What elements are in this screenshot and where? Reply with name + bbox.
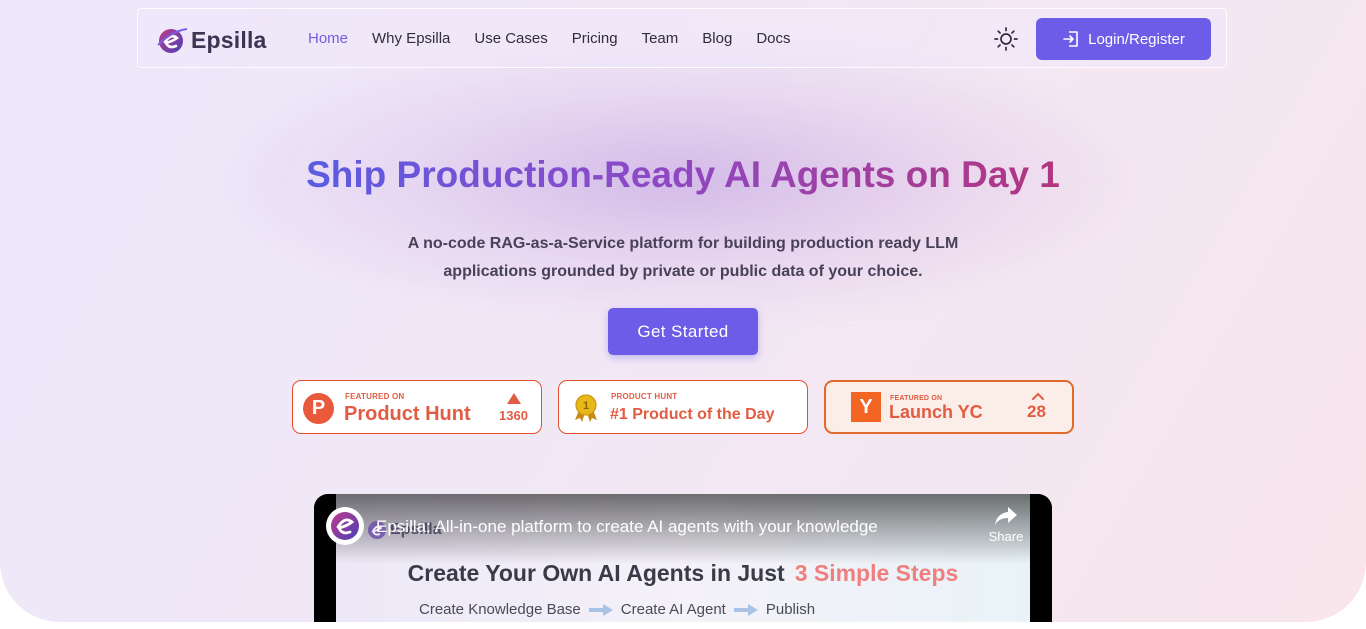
- arrow-right-icon: [733, 603, 758, 616]
- nav-link-home[interactable]: Home: [308, 30, 348, 47]
- product-hunt-count: 1360: [499, 408, 528, 423]
- slide-steps: Create Knowledge Base Create AI Agent Pu…: [419, 601, 815, 618]
- step-publish: Publish: [765, 601, 816, 618]
- step-create-ai-agent: Create AI Agent: [620, 601, 726, 618]
- hero-subtitle: A no-code RAG-as-a-Service platform for …: [383, 230, 983, 286]
- nav-link-pricing[interactable]: Pricing: [572, 30, 618, 47]
- launch-yc-count: 28: [1027, 402, 1046, 421]
- product-of-day-label: PRODUCT HUNT: [611, 392, 678, 401]
- arrow-right-icon: [588, 603, 613, 616]
- launch-yc-name: Launch YC: [889, 402, 983, 422]
- medal-icon: 1: [575, 394, 597, 422]
- product-hunt-icon: P: [303, 393, 334, 424]
- nav-link-why-epsilla[interactable]: Why Epsilla: [372, 30, 450, 47]
- top-navbar: Epsilla Home Why Epsilla Use Cases Prici…: [137, 8, 1227, 68]
- launch-yc-featured-label: FEATURED ON: [890, 395, 943, 402]
- product-hunt-badge[interactable]: P FEATURED ON Product Hunt 1360: [292, 380, 542, 434]
- medal-number: 1: [583, 400, 589, 412]
- channel-avatar[interactable]: [326, 507, 364, 545]
- share-button[interactable]: Share: [984, 506, 1028, 544]
- share-icon: [995, 507, 1017, 525]
- sun-icon[interactable]: [993, 26, 1019, 52]
- login-icon: [1063, 31, 1078, 47]
- hero-subtitle-line2: applications grounded by private or publ…: [443, 263, 923, 280]
- youtube-video-player[interactable]: Create Your Own AI Agents in Just 3 Simpl…: [314, 494, 1052, 622]
- nav-link-use-cases[interactable]: Use Cases: [474, 30, 547, 47]
- hero-section: Epsilla Home Why Epsilla Use Cases Prici…: [0, 0, 1366, 622]
- login-register-button[interactable]: Login/Register: [1036, 18, 1211, 60]
- product-of-the-day-badge[interactable]: 1 PRODUCT HUNT #1 Product of the Day: [558, 380, 808, 434]
- product-hunt-name: Product Hunt: [344, 403, 471, 425]
- hero-subtitle-line1: A no-code RAG-as-a-Service platform for …: [407, 235, 959, 252]
- share-label: Share: [988, 529, 1024, 544]
- slide-title: Create Your Own AI Agents in Just 3 Simpl…: [314, 560, 1052, 587]
- upvote-triangle-icon: [507, 393, 521, 404]
- nav-links: Home Why Epsilla Use Cases Pricing Team …: [308, 30, 815, 47]
- brand-name: Epsilla: [191, 26, 267, 53]
- video-title[interactable]: Epsilla: All-in-one platform to create A…: [376, 517, 878, 537]
- launch-yc-badge[interactable]: Y FEATURED ON Launch YC 28: [824, 380, 1074, 434]
- chevron-up-icon: [1032, 392, 1044, 400]
- nav-link-team[interactable]: Team: [642, 30, 679, 47]
- nav-link-blog[interactable]: Blog: [702, 30, 732, 47]
- hero-headline: Ship Production-Ready AI Agents on Day 1: [0, 154, 1366, 196]
- channel-logo-icon: [331, 512, 359, 540]
- yc-logo-icon: Y: [851, 392, 881, 422]
- brand-logo[interactable]: Epsilla: [156, 25, 267, 55]
- product-hunt-featured-label: FEATURED ON: [345, 392, 405, 401]
- login-register-label: Login/Register: [1088, 30, 1185, 48]
- nav-link-docs[interactable]: Docs: [756, 30, 790, 47]
- hero-headline-text: Ship Production-Ready AI Agents on Day 1: [306, 154, 1060, 195]
- epsilla-logo-icon: [157, 28, 188, 53]
- step-create-knowledge-base: Create Knowledge Base: [419, 601, 581, 618]
- get-started-button[interactable]: Get Started: [608, 308, 758, 355]
- product-of-day-title: #1 Product of the Day: [610, 406, 775, 423]
